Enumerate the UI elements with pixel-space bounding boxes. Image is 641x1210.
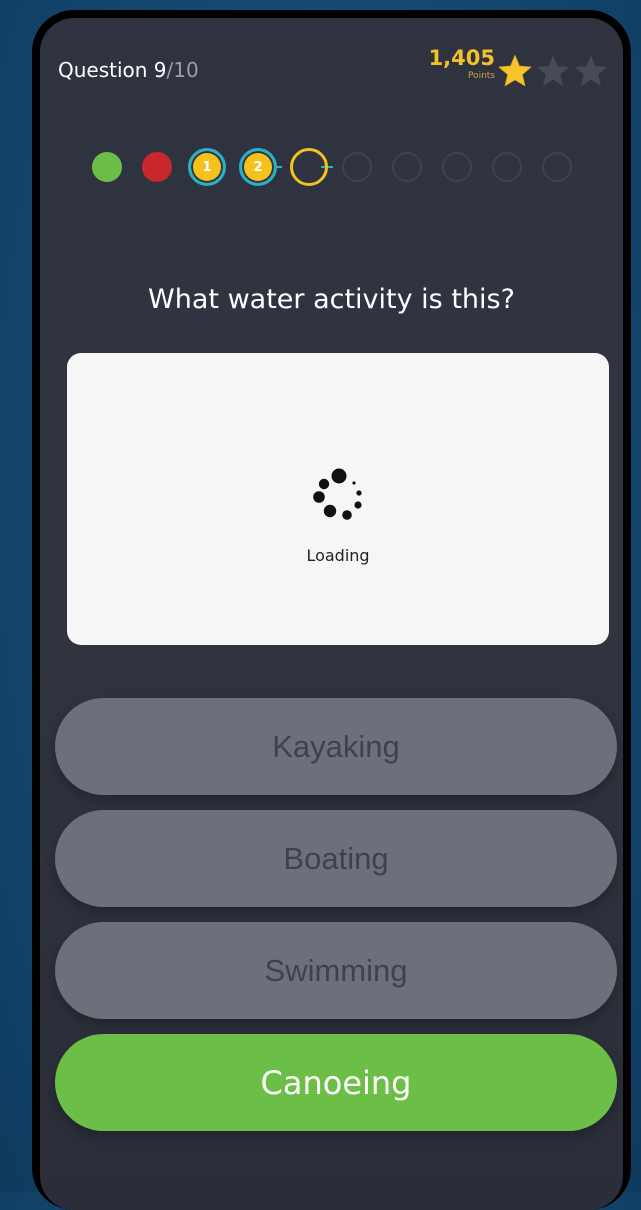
progress-dot-numbered: 2 [239, 148, 277, 186]
star-icon-empty [535, 54, 571, 88]
progress-dot-label: 2 [253, 159, 263, 175]
progress-dot-numbered: 1 [188, 148, 226, 186]
loading-spinner-icon [313, 468, 362, 520]
quiz-screen: Question 9/10 1,405 Points 1 2 What wate… [40, 18, 623, 1210]
progress-dot-label: 1 [202, 159, 212, 175]
progress-dot-upcoming [392, 152, 422, 182]
star-rating [497, 54, 609, 88]
phone-frame: Question 9/10 1,405 Points 1 2 What wate… [32, 10, 631, 1210]
progress-dot-upcoming [542, 152, 572, 182]
question-text: What water activity is this? [148, 284, 515, 315]
points-display: 1,405 Points [429, 48, 495, 81]
progress-dot-upcoming [342, 152, 372, 182]
progress-dot-current [290, 148, 328, 186]
answer-option-boating[interactable]: Boating [55, 810, 617, 907]
question-image: Loading [67, 353, 609, 645]
progress-dot-wrong [142, 152, 172, 182]
progress-dot-upcoming [492, 152, 522, 182]
question-number: Question 9 [58, 58, 167, 82]
answer-option-canoeing[interactable]: Canoeing [55, 1034, 617, 1131]
answer-option-kayaking[interactable]: Kayaking [55, 698, 617, 795]
question-progress: 1 2 [92, 144, 592, 190]
points-unit: Points [467, 71, 495, 81]
question-total: /10 [166, 58, 199, 82]
points-value: 1,405 [428, 46, 495, 70]
progress-dot-correct [92, 152, 122, 182]
loading-text: Loading [306, 546, 370, 565]
progress-dot-upcoming [442, 152, 472, 182]
answer-option-swimming[interactable]: Swimming [55, 922, 617, 1019]
star-icon-empty [573, 54, 609, 88]
star-icon-filled [497, 54, 533, 88]
question-counter: Question 9/10 [58, 58, 199, 82]
